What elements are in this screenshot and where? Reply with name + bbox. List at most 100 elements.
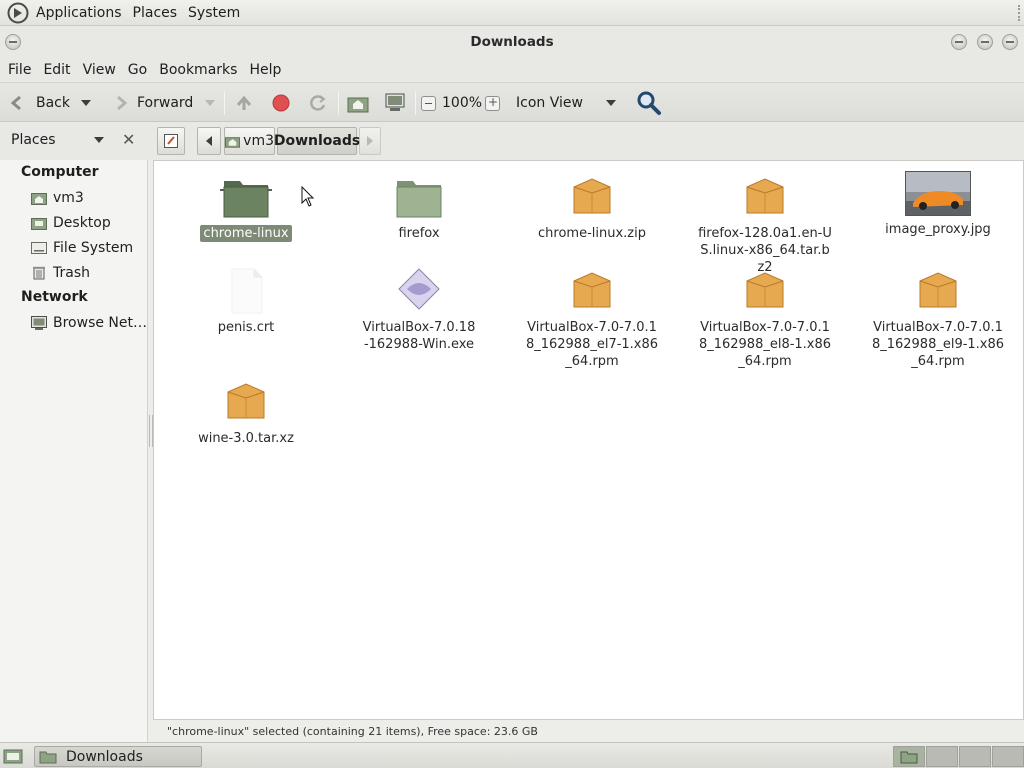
zoom-in-icon bbox=[485, 95, 500, 111]
sidebar-item-browse-network[interactable]: Browse Net… bbox=[31, 313, 147, 333]
menu-file[interactable]: File bbox=[4, 62, 35, 78]
search-button[interactable] bbox=[636, 83, 662, 123]
folder-icon bbox=[396, 181, 442, 218]
stop-icon bbox=[272, 94, 290, 112]
reload-button[interactable] bbox=[308, 83, 328, 123]
file-item-wine-tarball[interactable]: wine-3.0.tar.xz bbox=[171, 376, 321, 447]
file-name: firefox bbox=[398, 226, 440, 241]
file-name: wine-3.0.tar.xz bbox=[198, 431, 294, 446]
toolbar-separator bbox=[224, 91, 225, 115]
file-item-chrome-linux-zip[interactable]: chrome-linux.zip bbox=[517, 171, 667, 242]
close-button[interactable] bbox=[1002, 34, 1018, 50]
zoom-in-button[interactable] bbox=[485, 83, 500, 123]
file-item-firefox[interactable]: firefox bbox=[344, 171, 494, 242]
path-scroll-right-button[interactable] bbox=[359, 127, 381, 155]
distro-logo-icon[interactable] bbox=[7, 2, 29, 24]
path-segment-downloads[interactable]: Downloads bbox=[273, 127, 361, 155]
window-menu-button[interactable] bbox=[5, 34, 21, 50]
forward-history-dropdown[interactable] bbox=[205, 83, 215, 123]
file-item-penis-crt[interactable]: penis.crt bbox=[171, 265, 321, 336]
file-item-virtualbox-win-exe[interactable]: VirtualBox-7.0.18-162988-Win.exe bbox=[344, 265, 494, 353]
reload-icon bbox=[310, 95, 326, 111]
desktop-folder-icon bbox=[31, 218, 47, 230]
sidebar-type-label[interactable]: Places bbox=[11, 132, 56, 148]
drive-icon bbox=[31, 242, 47, 254]
home-folder-icon bbox=[225, 136, 241, 148]
toolbar-separator bbox=[338, 91, 339, 115]
sidebar-item-label: File System bbox=[53, 240, 134, 256]
places-menu[interactable]: Places bbox=[129, 5, 182, 21]
file-name: chrome-linux.zip bbox=[538, 226, 646, 241]
path-segment-label: Downloads bbox=[273, 133, 361, 149]
stop-button[interactable] bbox=[272, 83, 290, 123]
zoom-out-button[interactable] bbox=[421, 83, 436, 123]
file-name: VirtualBox-7.0-7.0.18_162988_el9-1.x86_6… bbox=[871, 320, 1005, 369]
forward-button[interactable]: Forward bbox=[110, 83, 193, 123]
menu-help[interactable]: Help bbox=[245, 62, 285, 78]
maximize-button[interactable] bbox=[977, 34, 993, 50]
chevron-down-icon bbox=[81, 100, 91, 106]
computer-icon bbox=[385, 93, 405, 111]
zoom-out-icon bbox=[421, 95, 436, 111]
menu-bookmarks[interactable]: Bookmarks bbox=[155, 62, 241, 78]
window-titlebar[interactable]: Downloads bbox=[0, 26, 1024, 58]
workspace-4[interactable] bbox=[992, 746, 1024, 767]
file-item-virtualbox-el9-rpm[interactable]: VirtualBox-7.0-7.0.18_162988_el9-1.x86_6… bbox=[863, 265, 1013, 370]
file-item-virtualbox-el7-rpm[interactable]: VirtualBox-7.0-7.0.18_162988_el7-1.x86_6… bbox=[517, 265, 667, 370]
bottom-panel: Downloads bbox=[0, 742, 1024, 768]
back-arrow-icon bbox=[10, 95, 21, 111]
menu-view[interactable]: View bbox=[79, 62, 120, 78]
sidebar-item-desktop[interactable]: Desktop bbox=[31, 213, 111, 233]
file-item-image-proxy[interactable]: image_proxy.jpg bbox=[863, 171, 1013, 238]
edit-location-icon bbox=[164, 134, 178, 148]
system-menu[interactable]: System bbox=[184, 5, 244, 21]
home-folder-icon bbox=[347, 97, 369, 113]
back-label: Back bbox=[36, 95, 70, 111]
file-item-chrome-linux[interactable]: chrome-linux bbox=[171, 171, 321, 242]
folder-icon bbox=[900, 751, 918, 764]
sidebar-item-vm3[interactable]: vm3 bbox=[31, 188, 84, 208]
view-mode-select[interactable]: Icon View bbox=[516, 83, 620, 123]
minimize-button[interactable] bbox=[951, 34, 967, 50]
file-icon-view[interactable]: chrome-linux firefox chrome-linux.zip fi… bbox=[153, 160, 1024, 720]
sidebar-item-file-system[interactable]: File System bbox=[31, 238, 133, 258]
toolbar-separator bbox=[415, 91, 416, 115]
path-segment-vm3[interactable]: vm3 bbox=[224, 127, 275, 155]
show-desktop-icon[interactable] bbox=[3, 747, 23, 765]
chevron-right-icon bbox=[367, 136, 373, 146]
taskbar-item-label: Downloads bbox=[66, 748, 143, 765]
menu-go[interactable]: Go bbox=[124, 62, 151, 78]
toggle-location-entry-button[interactable] bbox=[157, 127, 185, 155]
workspace-2[interactable] bbox=[926, 746, 958, 767]
panel-handle[interactable] bbox=[1018, 5, 1022, 21]
home-button[interactable] bbox=[347, 83, 369, 123]
menu-edit[interactable]: Edit bbox=[39, 62, 74, 78]
package-icon bbox=[573, 272, 611, 308]
workspace-1[interactable] bbox=[893, 746, 925, 767]
zoom-level[interactable]: 100% bbox=[442, 83, 482, 123]
sidebar-item-trash[interactable]: Trash bbox=[31, 263, 90, 283]
sidebar-type-dropdown[interactable] bbox=[94, 137, 104, 143]
close-sidebar-icon[interactable]: ✕ bbox=[122, 130, 135, 149]
file-item-firefox-tarball[interactable]: firefox-128.0a1.en-US.linux-x86_64.tar.b… bbox=[690, 171, 840, 276]
back-history-dropdown[interactable] bbox=[81, 83, 91, 123]
mouse-cursor-icon bbox=[301, 186, 315, 207]
taskbar-item-downloads[interactable]: Downloads bbox=[34, 746, 202, 767]
file-item-virtualbox-el8-rpm[interactable]: VirtualBox-7.0-7.0.18_162988_el8-1.x86_6… bbox=[690, 265, 840, 370]
document-icon bbox=[231, 268, 263, 314]
workspace-3[interactable] bbox=[959, 746, 991, 767]
file-name: image_proxy.jpg bbox=[885, 222, 991, 237]
up-button[interactable] bbox=[234, 83, 254, 123]
package-icon bbox=[919, 272, 957, 308]
back-button[interactable]: Back bbox=[8, 83, 70, 123]
status-bar: "chrome-linux" selected (containing 21 i… bbox=[153, 722, 1024, 742]
toolbar: Back Forward 100% + Icon View bbox=[0, 82, 1024, 122]
path-scroll-left-button[interactable] bbox=[197, 127, 221, 155]
file-name: VirtualBox-7.0-7.0.18_162988_el8-1.x86_6… bbox=[698, 320, 832, 369]
executable-icon bbox=[398, 268, 440, 310]
menubar: File Edit View Go Bookmarks Help bbox=[0, 58, 1024, 82]
computer-button[interactable] bbox=[384, 83, 406, 123]
applications-menu[interactable]: Applications bbox=[32, 5, 126, 21]
chevron-down-icon bbox=[606, 100, 616, 106]
image-thumbnail-icon bbox=[905, 171, 971, 216]
